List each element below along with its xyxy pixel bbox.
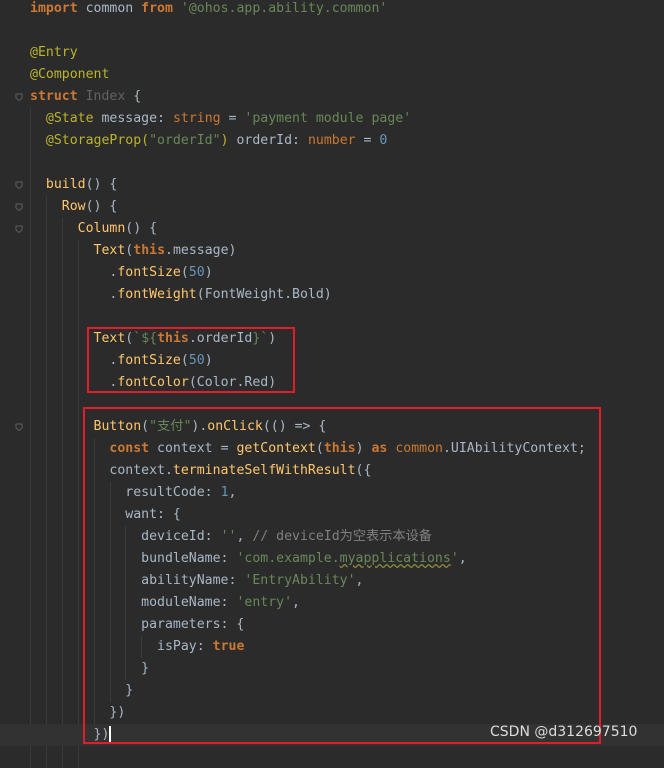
code-token: . bbox=[30, 265, 118, 280]
code-line[interactable] bbox=[0, 152, 664, 174]
code-token: Column bbox=[77, 221, 126, 236]
code-text: @Component bbox=[30, 64, 109, 86]
code-token: () { bbox=[125, 221, 158, 236]
code-token: 50 bbox=[188, 265, 205, 280]
code-token: '@ohos.app.ability.common' bbox=[180, 1, 388, 16]
code-line[interactable] bbox=[0, 20, 664, 42]
code-token: orderId: bbox=[228, 133, 308, 148]
code-token: @Entry bbox=[30, 45, 78, 60]
code-token: () { bbox=[85, 199, 118, 214]
code-token: "orderId" bbox=[149, 133, 221, 148]
code-token: 0 bbox=[379, 133, 388, 148]
code-line[interactable]: Column() { bbox=[0, 218, 664, 240]
code-line[interactable]: .fontSize(50) bbox=[0, 262, 664, 284]
code-token: build bbox=[45, 177, 86, 192]
code-token: Index bbox=[85, 89, 126, 104]
code-text: @Entry bbox=[30, 42, 78, 64]
code-token: message: bbox=[93, 111, 173, 126]
code-text: @StorageProp("orderId") orderId: number … bbox=[30, 130, 387, 152]
code-line[interactable]: build() { bbox=[0, 174, 664, 196]
code-text: Text(this.message) bbox=[30, 240, 237, 262]
code-text: .fontWeight(FontWeight.Bold) bbox=[30, 284, 332, 306]
code-line[interactable]: @Component bbox=[0, 64, 664, 86]
code-line[interactable] bbox=[0, 306, 664, 328]
code-token: . bbox=[30, 287, 118, 302]
code-text: build() { bbox=[30, 174, 117, 196]
code-token: struct bbox=[30, 89, 78, 104]
code-token: 'payment module page' bbox=[244, 111, 412, 126]
code-token: (FontWeight.Bold) bbox=[196, 287, 332, 302]
code-text: Row() { bbox=[30, 196, 118, 218]
code-token: common bbox=[77, 1, 142, 16]
code-editor[interactable]: import common from '@ohos.app.ability.co… bbox=[0, 0, 664, 768]
code-text: import common from '@ohos.app.ability.co… bbox=[30, 0, 387, 20]
code-text: .fontSize(50) bbox=[30, 262, 213, 284]
code-token: @StorageProp( bbox=[45, 133, 150, 148]
code-token: from bbox=[141, 1, 173, 16]
code-token: { bbox=[125, 89, 142, 104]
code-line[interactable]: @Entry bbox=[0, 42, 664, 64]
code-line[interactable]: import common from '@ohos.app.ability.co… bbox=[0, 0, 664, 20]
csdn-watermark: CSDN @d312697510 bbox=[490, 724, 638, 740]
code-token: Row bbox=[61, 199, 86, 214]
code-token: = bbox=[220, 111, 245, 126]
highlight-box-button-onclick bbox=[83, 407, 601, 744]
code-token: ) bbox=[204, 265, 213, 280]
code-token: fontSize bbox=[117, 265, 181, 280]
code-text: struct Index { bbox=[30, 86, 141, 108]
code-token: fontWeight bbox=[117, 287, 197, 302]
code-text: Column() { bbox=[30, 218, 157, 240]
code-token: ) bbox=[220, 133, 229, 148]
code-line[interactable]: @State message: string = 'payment module… bbox=[0, 108, 664, 130]
code-text: @State message: string = 'payment module… bbox=[30, 108, 411, 130]
code-token: () { bbox=[85, 177, 118, 192]
code-line[interactable]: Text(this.message) bbox=[0, 240, 664, 262]
code-token: number bbox=[307, 133, 356, 148]
code-token: import bbox=[30, 1, 78, 16]
code-token: .message) bbox=[165, 243, 237, 258]
code-line[interactable]: @StorageProp("orderId") orderId: number … bbox=[0, 130, 664, 152]
code-token: Text bbox=[93, 243, 126, 258]
code-line[interactable]: struct Index { bbox=[0, 86, 664, 108]
code-token: = bbox=[355, 133, 380, 148]
code-line[interactable]: Row() { bbox=[0, 196, 664, 218]
code-token: this bbox=[133, 243, 166, 258]
code-token: @Component bbox=[30, 67, 110, 82]
code-token: string bbox=[172, 111, 221, 126]
code-token: @State bbox=[45, 111, 94, 126]
code-line[interactable]: .fontWeight(FontWeight.Bold) bbox=[0, 284, 664, 306]
code-token: ( bbox=[180, 265, 189, 280]
highlight-box-text-orderid bbox=[87, 327, 295, 393]
